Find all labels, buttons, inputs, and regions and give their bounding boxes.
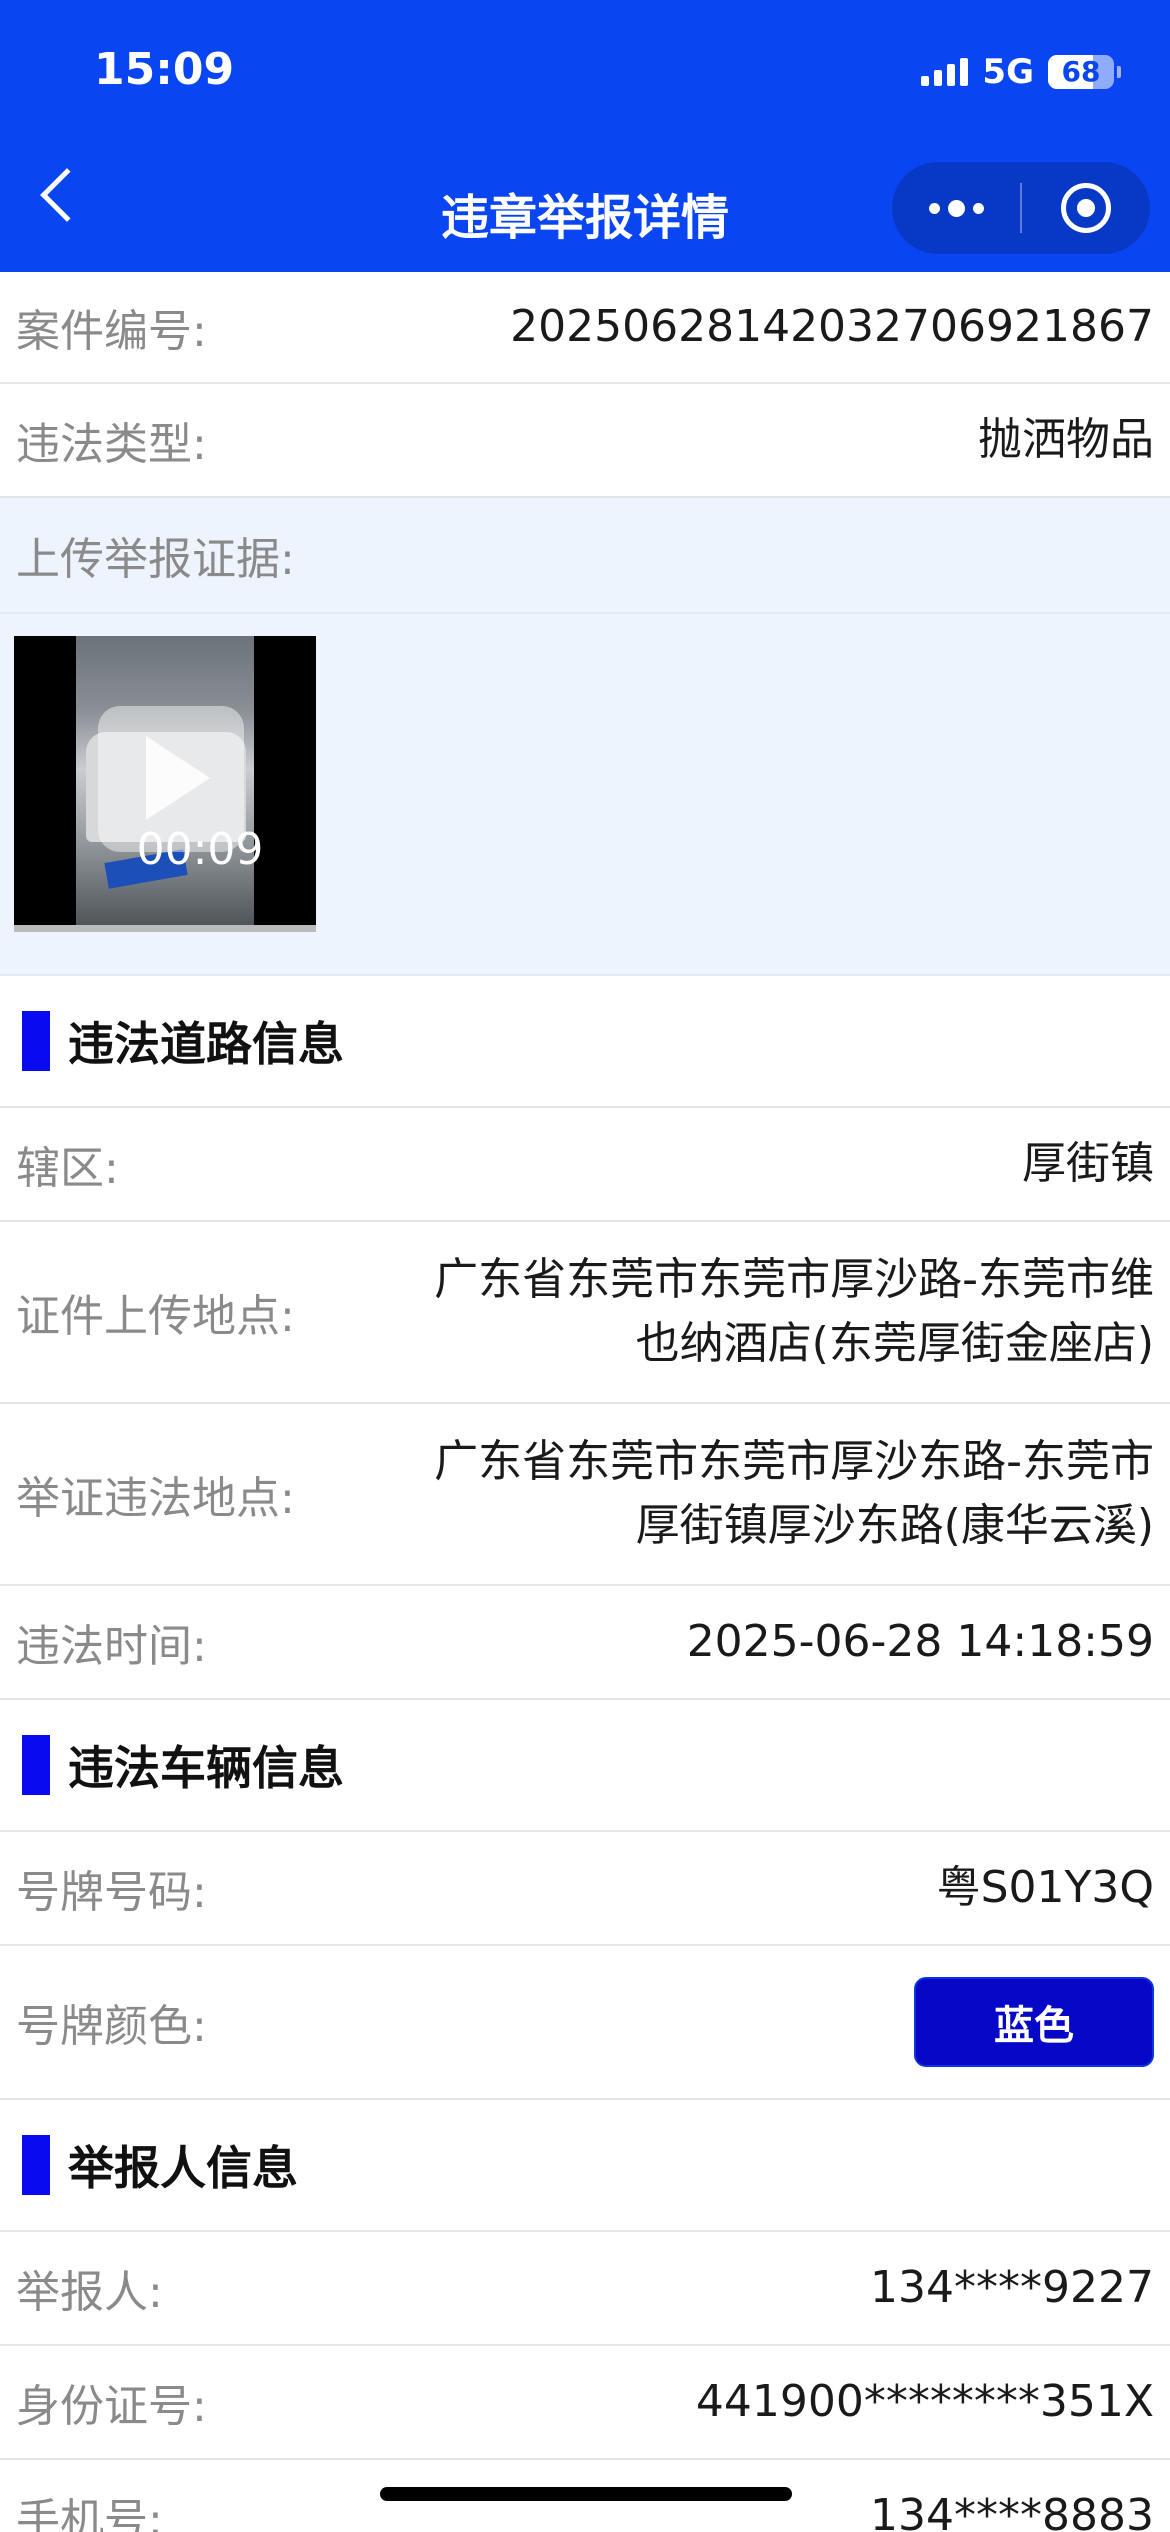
id-number-row: 身份证号: 441900********351X — [0, 2346, 1170, 2460]
violation-type-value: 抛洒物品 — [978, 414, 1154, 465]
upload-place-row: 证件上传地点: 广东省东莞市东莞市厚沙路-东莞市维也纳酒店(东莞厚街金座店) — [0, 1222, 1170, 1404]
evidence-video-thumbnail[interactable]: 00:09 — [14, 636, 316, 932]
violation-place-label: 举证违法地点: — [16, 1473, 295, 1524]
reporter-info-title: 举报人信息 — [68, 2141, 298, 2195]
video-duration: 00:09 — [136, 824, 264, 875]
violation-type-row: 违法类型: 抛洒物品 — [0, 384, 1170, 498]
status-time: 15:09 — [94, 44, 235, 95]
network-type: 5G — [982, 52, 1034, 92]
upload-place-label: 证件上传地点: — [16, 1291, 295, 1342]
violation-type-label: 违法类型: — [16, 419, 207, 470]
phone-value: 134****8883 — [870, 2490, 1154, 2532]
reporter-info-section-header: 举报人信息 — [0, 2100, 1170, 2232]
vehicle-info-title: 违法车辆信息 — [68, 1741, 344, 1795]
plate-number-value: 粤S01Y3Q — [936, 1862, 1154, 1913]
section-marker — [22, 1011, 50, 1071]
evidence-area: 00:09 — [0, 614, 1170, 976]
plate-color-badge: 蓝色 — [914, 1977, 1154, 2067]
evidence-label: 上传举报证据: — [16, 534, 295, 585]
battery-level: 68 — [1061, 55, 1101, 88]
violation-time-row: 违法时间: 2025-06-28 14:18:59 — [0, 1586, 1170, 1700]
section-marker — [22, 2135, 50, 2195]
plate-color-label: 号牌颜色: — [16, 2001, 207, 2052]
mini-program-capsule — [892, 162, 1150, 254]
signal-icon — [921, 58, 969, 86]
road-info-section-header: 违法道路信息 — [0, 976, 1170, 1108]
district-row: 辖区: 厚街镇 — [0, 1108, 1170, 1222]
detail-content: 案件编号: 20250628142032706921867 违法类型: 抛洒物品… — [0, 272, 1170, 2532]
vehicle-info-section-header: 违法车辆信息 — [0, 1700, 1170, 1832]
violation-place-row: 举证违法地点: 广东省东莞市东莞市厚沙东路-东莞市厚街镇厚沙东路(康华云溪) — [0, 1404, 1170, 1586]
district-value: 厚街镇 — [1022, 1138, 1154, 1189]
play-triangle-icon — [146, 736, 210, 820]
case-number-value: 20250628142032706921867 — [510, 301, 1154, 352]
case-number-label: 案件编号: — [16, 306, 207, 357]
more-icon[interactable] — [892, 199, 1020, 217]
close-target-icon[interactable] — [1022, 183, 1150, 233]
home-indicator[interactable] — [380, 2487, 792, 2501]
status-icons: 5G 68 — [921, 52, 1121, 92]
violation-time-label: 违法时间: — [16, 1621, 207, 1672]
evidence-label-row: 上传举报证据: — [0, 498, 1170, 614]
reporter-value: 134****9227 — [870, 2262, 1154, 2313]
plate-number-row: 号牌号码: 粤S01Y3Q — [0, 1832, 1170, 1946]
plate-color-row: 号牌颜色: 蓝色 — [0, 1946, 1170, 2100]
battery-icon: 68 — [1048, 55, 1121, 89]
case-number-row: 案件编号: 20250628142032706921867 — [0, 272, 1170, 384]
district-label: 辖区: — [16, 1143, 119, 1194]
violation-time-value: 2025-06-28 14:18:59 — [686, 1616, 1154, 1667]
upload-place-value: 广东省东莞市东莞市厚沙路-东莞市维也纳酒店(东莞厚街金座店) — [434, 1254, 1154, 1369]
phone-label: 手机号: — [16, 2495, 163, 2532]
nav-header: 15:09 5G 68 违章举报详情 — [0, 0, 1170, 272]
violation-place-value: 广东省东莞市东莞市厚沙东路-东莞市厚街镇厚沙东路(康华云溪) — [434, 1436, 1154, 1551]
id-number-value: 441900********351X — [695, 2376, 1154, 2427]
reporter-row: 举报人: 134****9227 — [0, 2232, 1170, 2346]
reporter-label: 举报人: — [16, 2267, 163, 2318]
plate-number-label: 号牌号码: — [16, 1867, 207, 1918]
id-number-label: 身份证号: — [16, 2381, 207, 2432]
road-info-title: 违法道路信息 — [68, 1017, 344, 1071]
video-progress-bar — [14, 925, 316, 932]
section-marker — [22, 1735, 50, 1795]
